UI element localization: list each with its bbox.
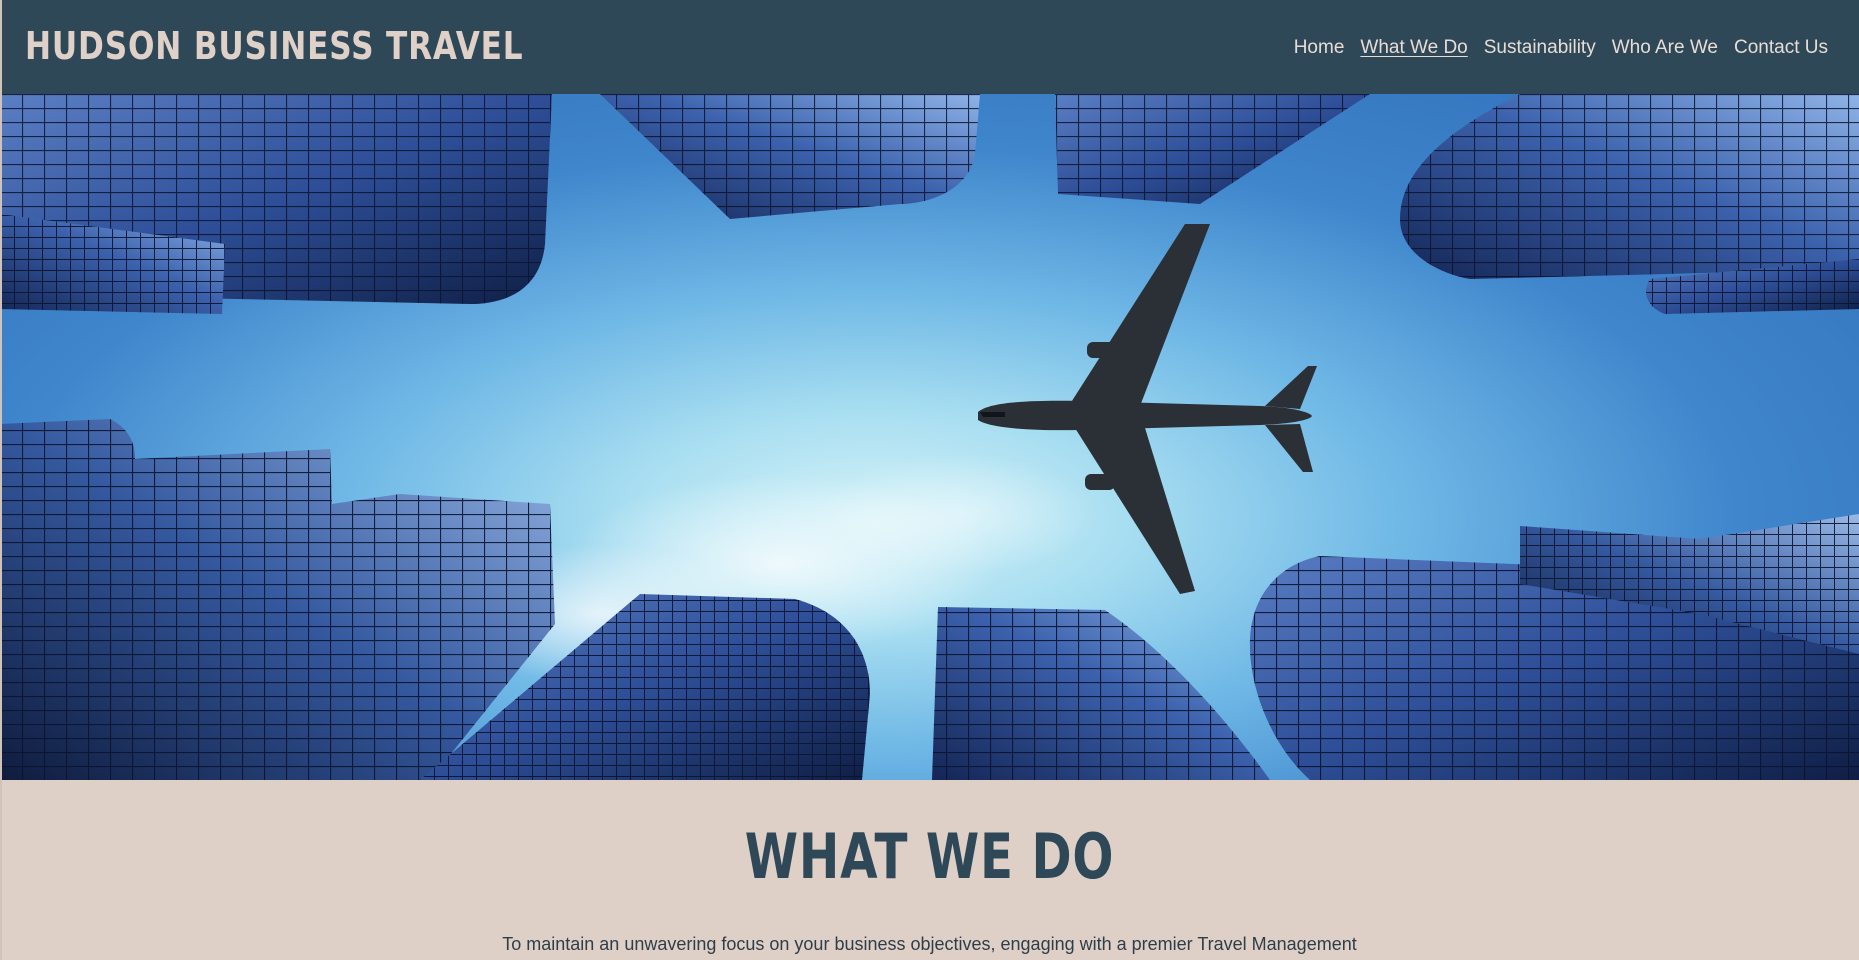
hero-illustration bbox=[0, 94, 1859, 780]
nav-who-are-we-link[interactable]: Who Are We bbox=[1612, 37, 1718, 59]
section-title: WHAT WE DO bbox=[744, 820, 1115, 893]
main-nav: Home What We Do Sustainability Who Are W… bbox=[1294, 37, 1828, 59]
nav-what-we-do-link[interactable]: What We Do bbox=[1360, 37, 1467, 59]
nav-home-link[interactable]: Home bbox=[1294, 37, 1345, 59]
site-header: HUDSON BUSINESS TRAVEL Home What We Do S… bbox=[0, 0, 1859, 94]
left-border bbox=[0, 0, 2, 960]
building-top-left bbox=[0, 94, 552, 314]
building-top-right-center bbox=[1055, 94, 1370, 204]
what-we-do-section: WHAT WE DO To maintain an unwavering foc… bbox=[0, 780, 1859, 960]
nav-contact-us-link[interactable]: Contact Us bbox=[1734, 37, 1828, 59]
building-top-center bbox=[600, 94, 980, 219]
building-top-right bbox=[1400, 94, 1859, 314]
nav-sustainability-link[interactable]: Sustainability bbox=[1484, 37, 1596, 59]
brand-logo-text[interactable]: HUDSON BUSINESS TRAVEL bbox=[25, 24, 523, 68]
building-bottom-left bbox=[0, 419, 870, 780]
building-bottom-right bbox=[1249, 514, 1859, 780]
section-intro-text: To maintain an unwavering focus on your … bbox=[502, 934, 1357, 954]
building-bottom-center bbox=[932, 607, 1270, 780]
hero-image bbox=[0, 94, 1859, 780]
